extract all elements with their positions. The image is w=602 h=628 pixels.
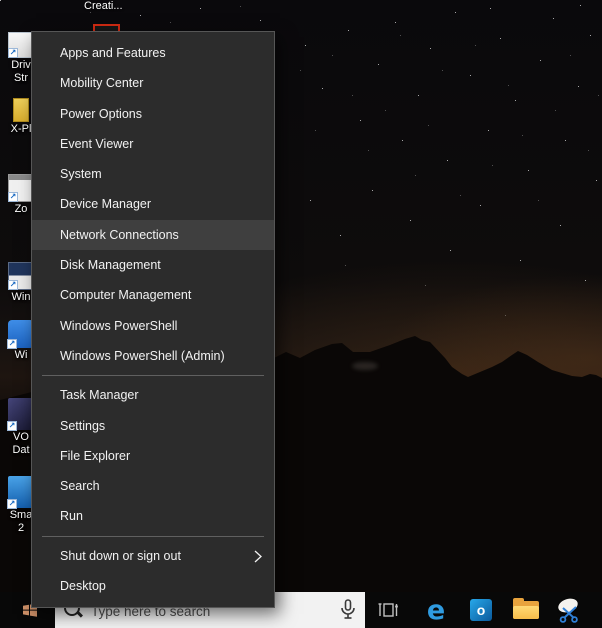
shortcut-arrow-icon: ↗ — [7, 421, 17, 431]
menu-separator — [42, 536, 264, 537]
winx-menu: Apps and Features Mobility Center Power … — [31, 31, 275, 608]
menu-item-network-connections[interactable]: Network Connections — [32, 220, 274, 250]
menu-item-event-viewer[interactable]: Event Viewer — [32, 129, 274, 159]
outlook-button[interactable]: o — [465, 592, 497, 628]
outlook-icon: o — [470, 599, 492, 621]
menu-item-system[interactable]: System — [32, 159, 274, 189]
microphone-button[interactable] — [335, 597, 361, 623]
app-icon — [13, 98, 29, 122]
menu-item-apps-and-features[interactable]: Apps and Features — [32, 38, 274, 68]
desktop-screen: Creati... ↗ Driv Str X-Pl ↗ Zo ↗ Win ↗ W… — [0, 0, 602, 628]
menu-item-disk-management[interactable]: Disk Management — [32, 250, 274, 280]
menu-item-windows-powershell[interactable]: Windows PowerShell — [32, 311, 274, 341]
menu-item-task-manager[interactable]: Task Manager — [32, 380, 274, 410]
snipping-tool-button[interactable] — [553, 592, 585, 628]
file-explorer-button[interactable] — [510, 592, 542, 628]
menu-item-windows-powershell-admin[interactable]: Windows PowerShell (Admin) — [32, 341, 274, 371]
menu-item-file-explorer[interactable]: File Explorer — [32, 441, 274, 471]
menu-item-power-options[interactable]: Power Options — [32, 99, 274, 129]
shortcut-arrow-icon: ↗ — [7, 339, 17, 349]
submenu-chevron-icon — [254, 550, 262, 563]
edge-browser-button[interactable]: e — [420, 592, 452, 628]
menu-item-label: Shut down or sign out — [60, 549, 181, 563]
menu-item-settings[interactable]: Settings — [32, 411, 274, 441]
desktop-icon-creati-label[interactable]: Creati... — [84, 0, 140, 12]
shortcut-arrow-icon: ↗ — [7, 499, 17, 509]
shortcut-arrow-icon: ↗ — [8, 280, 18, 290]
menu-separator — [42, 375, 264, 376]
search-icon-handle — [77, 611, 83, 617]
menu-item-mobility-center[interactable]: Mobility Center — [32, 68, 274, 98]
folder-icon — [513, 601, 539, 619]
menu-item-desktop[interactable]: Desktop — [32, 571, 274, 601]
menu-item-computer-management[interactable]: Computer Management — [32, 280, 274, 310]
menu-item-run[interactable]: Run — [32, 501, 274, 531]
shortcut-arrow-icon: ↗ — [8, 192, 18, 202]
edge-icon: e — [427, 597, 445, 624]
task-view-icon — [376, 598, 400, 622]
wallpaper-snow-patch — [352, 362, 378, 370]
snipping-tool-icon — [554, 596, 584, 624]
menu-item-shut-down-or-sign-out[interactable]: Shut down or sign out — [32, 541, 274, 571]
menu-item-device-manager[interactable]: Device Manager — [32, 189, 274, 219]
microphone-icon — [335, 597, 361, 623]
shortcut-arrow-icon: ↗ — [8, 48, 18, 58]
task-view-button[interactable] — [372, 592, 404, 628]
menu-item-search[interactable]: Search — [32, 471, 274, 501]
